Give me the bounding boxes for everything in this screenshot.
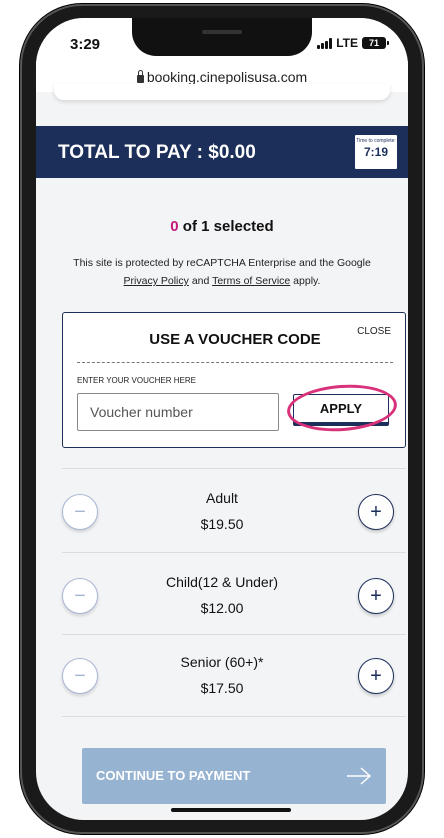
selected-suffix: of 1 selected bbox=[178, 218, 274, 235]
arrow-right-icon bbox=[347, 767, 372, 785]
selection-summary: 0 of 1 selected bbox=[36, 218, 408, 235]
status-time: 3:29 bbox=[70, 36, 101, 53]
ticket-divider bbox=[62, 468, 406, 469]
previous-section-card bbox=[54, 84, 390, 100]
voucher-input[interactable] bbox=[77, 393, 279, 431]
url-text: booking.cinepolisusa.com bbox=[146, 69, 308, 85]
ticket-divider bbox=[62, 716, 406, 717]
timer-value: 7:19 bbox=[363, 145, 389, 159]
recaptcha-and: and bbox=[188, 275, 213, 287]
signal-icon bbox=[317, 37, 333, 49]
apply-button[interactable]: APPLY bbox=[293, 394, 389, 426]
speaker-grill bbox=[202, 30, 242, 34]
recaptcha-apply: apply. bbox=[290, 275, 321, 287]
ticket-name: Senior (60+)* bbox=[180, 654, 264, 670]
ticket-row-senior: − Senior (60+)* $17.50 + bbox=[36, 654, 408, 714]
battery-icon: 71 bbox=[362, 37, 389, 49]
phone-notch bbox=[132, 18, 312, 56]
total-bar: TOTAL TO PAY : $0.00 Time to complete: 7… bbox=[36, 126, 408, 178]
ticket-name: Child(12 & Under) bbox=[165, 574, 279, 590]
recaptcha-text: This site is protected by reCAPTCHA Ente… bbox=[73, 257, 371, 269]
continue-to-payment-button[interactable]: CONTINUE TO PAYMENT bbox=[82, 748, 386, 804]
ticket-price: $12.00 bbox=[200, 600, 244, 616]
adult-increase-button[interactable]: + bbox=[358, 494, 394, 530]
voucher-title: USE A VOUCHER CODE bbox=[149, 331, 321, 348]
privacy-policy-link[interactable]: Privacy Policy bbox=[124, 275, 189, 287]
voucher-field-label: ENTER YOUR VOUCHER HERE bbox=[77, 376, 196, 385]
continue-label: CONTINUE TO PAYMENT bbox=[96, 768, 251, 783]
recaptcha-notice: This site is protected by reCAPTCHA Ente… bbox=[44, 254, 400, 290]
network-type: LTE bbox=[336, 36, 358, 50]
ticket-row-child: − Child(12 & Under) $12.00 + bbox=[36, 574, 408, 634]
total-to-pay: TOTAL TO PAY : $0.00 bbox=[58, 142, 256, 163]
voucher-divider bbox=[77, 362, 393, 363]
ticket-name: Adult bbox=[206, 490, 238, 506]
ticket-price: $19.50 bbox=[200, 516, 244, 532]
status-indicators: LTE 71 bbox=[317, 36, 389, 50]
ticket-row-adult: − Adult $19.50 + bbox=[36, 490, 408, 550]
timer-caption: Time to complete: bbox=[356, 138, 396, 144]
countdown-timer: Time to complete: 7:19 bbox=[353, 133, 399, 171]
child-increase-button[interactable]: + bbox=[358, 578, 394, 614]
ticket-price: $17.50 bbox=[200, 680, 244, 696]
terms-of-service-link[interactable]: Terms of Service bbox=[212, 275, 290, 287]
voucher-panel: USE A VOUCHER CODE CLOSE ENTER YOUR VOUC… bbox=[62, 312, 406, 448]
ticket-divider bbox=[62, 634, 406, 635]
senior-increase-button[interactable]: + bbox=[358, 658, 394, 694]
phone-screen: 3:29 LTE 71 booking.cinepolisusa.com TOT… bbox=[36, 18, 408, 820]
selected-count: 0 bbox=[170, 218, 179, 235]
lock-icon bbox=[136, 69, 144, 83]
ticket-divider bbox=[62, 552, 406, 553]
voucher-close-button[interactable]: CLOSE bbox=[357, 326, 391, 337]
home-indicator bbox=[171, 808, 291, 812]
